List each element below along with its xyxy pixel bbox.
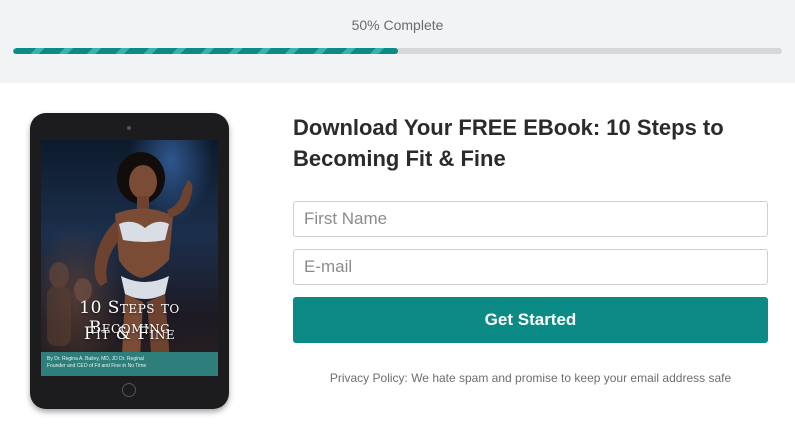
cover-byline-line2: Founder and CEO of Fit and Fine in No Ti… xyxy=(47,363,147,369)
first-name-input[interactable] xyxy=(293,201,768,237)
email-input[interactable] xyxy=(293,249,768,285)
progress-bar-fill xyxy=(13,48,398,54)
progress-label: 50% Complete xyxy=(351,17,444,33)
cover-title-line2: Fit & Fine xyxy=(83,324,176,344)
form-headline: Download Your FREE EBook: 10 Steps to Be… xyxy=(293,115,724,171)
tablet-home-button xyxy=(122,383,136,397)
get-started-button[interactable]: Get Started xyxy=(293,297,768,343)
ebook-tablet-image: 10 Steps to Becoming Fit & Fine By Dr. R… xyxy=(30,113,229,409)
cover-byline-line1: By Dr. Regina A. Bailey, MD, JD Dr. Regi… xyxy=(47,356,144,362)
ebook-cover: 10 Steps to Becoming Fit & Fine By Dr. R… xyxy=(41,140,218,376)
tablet-camera xyxy=(127,126,131,130)
progress-header: 50% Complete xyxy=(0,0,795,83)
progress-bar xyxy=(13,48,782,54)
privacy-policy-text: Privacy Policy: We hate spam and promise… xyxy=(329,371,732,385)
cover-byline-band: By Dr. Regina A. Bailey, MD, JD Dr. Regi… xyxy=(41,352,218,376)
